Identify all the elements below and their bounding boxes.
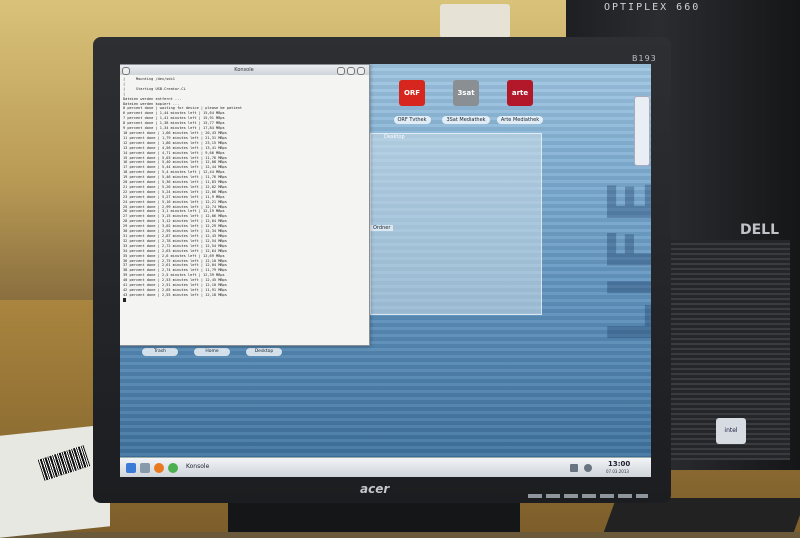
monitor-buttons[interactable] — [528, 494, 648, 498]
desktop-icon-arte[interactable]: arte Arte Mediathek — [488, 80, 552, 125]
maximize-icon[interactable] — [347, 67, 355, 75]
tower-model-label: OPTIPLEX 660 — [604, 2, 701, 13]
widget-toolbox[interactable] — [634, 96, 650, 166]
kickoff-menu-icon[interactable] — [126, 463, 136, 473]
desktop-icon-label: ORF Tvthek — [393, 116, 431, 124]
desktop-icon-label: 3Sat Mediathek — [442, 116, 490, 124]
monitor-stand — [228, 503, 520, 532]
window-menu-icon[interactable] — [122, 67, 130, 75]
tower-brand-logo: DELL — [740, 222, 780, 238]
keyboard — [603, 498, 800, 532]
arte-icon: arte — [507, 80, 533, 106]
close-icon[interactable] — [357, 67, 365, 75]
folder-view-panel[interactable] — [370, 133, 542, 315]
taskbar-item-konsole[interactable]: Konsole — [186, 463, 209, 470]
network-icon[interactable] — [570, 464, 578, 472]
terminal-cursor — [123, 297, 126, 302]
folder-item[interactable]: Ordner — [370, 225, 394, 231]
konsole-output[interactable]: | Mounting /dev/sdc1 | | Starting USB-Crea… — [120, 75, 369, 306]
monitor-model-label: B193 — [632, 54, 657, 63]
folder-view-title: Desktop — [384, 134, 405, 140]
volume-icon[interactable] — [584, 464, 592, 472]
konsole-title: Konsole — [234, 67, 254, 73]
screen: LIFE ORF ORF Tvthek 3sat 3Sat Mediathek … — [120, 64, 651, 477]
intel-sticker: intel — [716, 418, 746, 444]
desktop-icon-desktop[interactable]: Desktop — [246, 348, 282, 356]
taskbar-clock[interactable]: 13:00 — [608, 460, 630, 468]
firefox-icon[interactable] — [154, 463, 164, 473]
konsole-line: 43 percent done | 2,55 minutes left | 12… — [123, 292, 227, 297]
orf-icon: ORF — [399, 80, 425, 106]
konsole-window[interactable]: Konsole | Mounting /dev/sdc1 | | Starting … — [120, 64, 370, 346]
taskbar: Konsole 13:00 07.03.2013 — [120, 457, 651, 477]
konsole-titlebar[interactable]: Konsole — [120, 65, 369, 75]
file-manager-icon[interactable] — [140, 463, 150, 473]
desktop-icon-home[interactable]: Home — [194, 348, 230, 356]
taskbar-date: 07.03.2013 — [606, 469, 629, 474]
monitor-brand-logo: acer — [360, 482, 390, 496]
minimize-icon[interactable] — [337, 67, 345, 75]
chrome-icon[interactable] — [168, 463, 178, 473]
desktop-icon-label: Arte Mediathek — [496, 116, 544, 124]
power-outlet — [440, 4, 510, 38]
3sat-icon: 3sat — [453, 80, 479, 106]
desktop-icon-trash[interactable]: Trash — [142, 348, 178, 356]
